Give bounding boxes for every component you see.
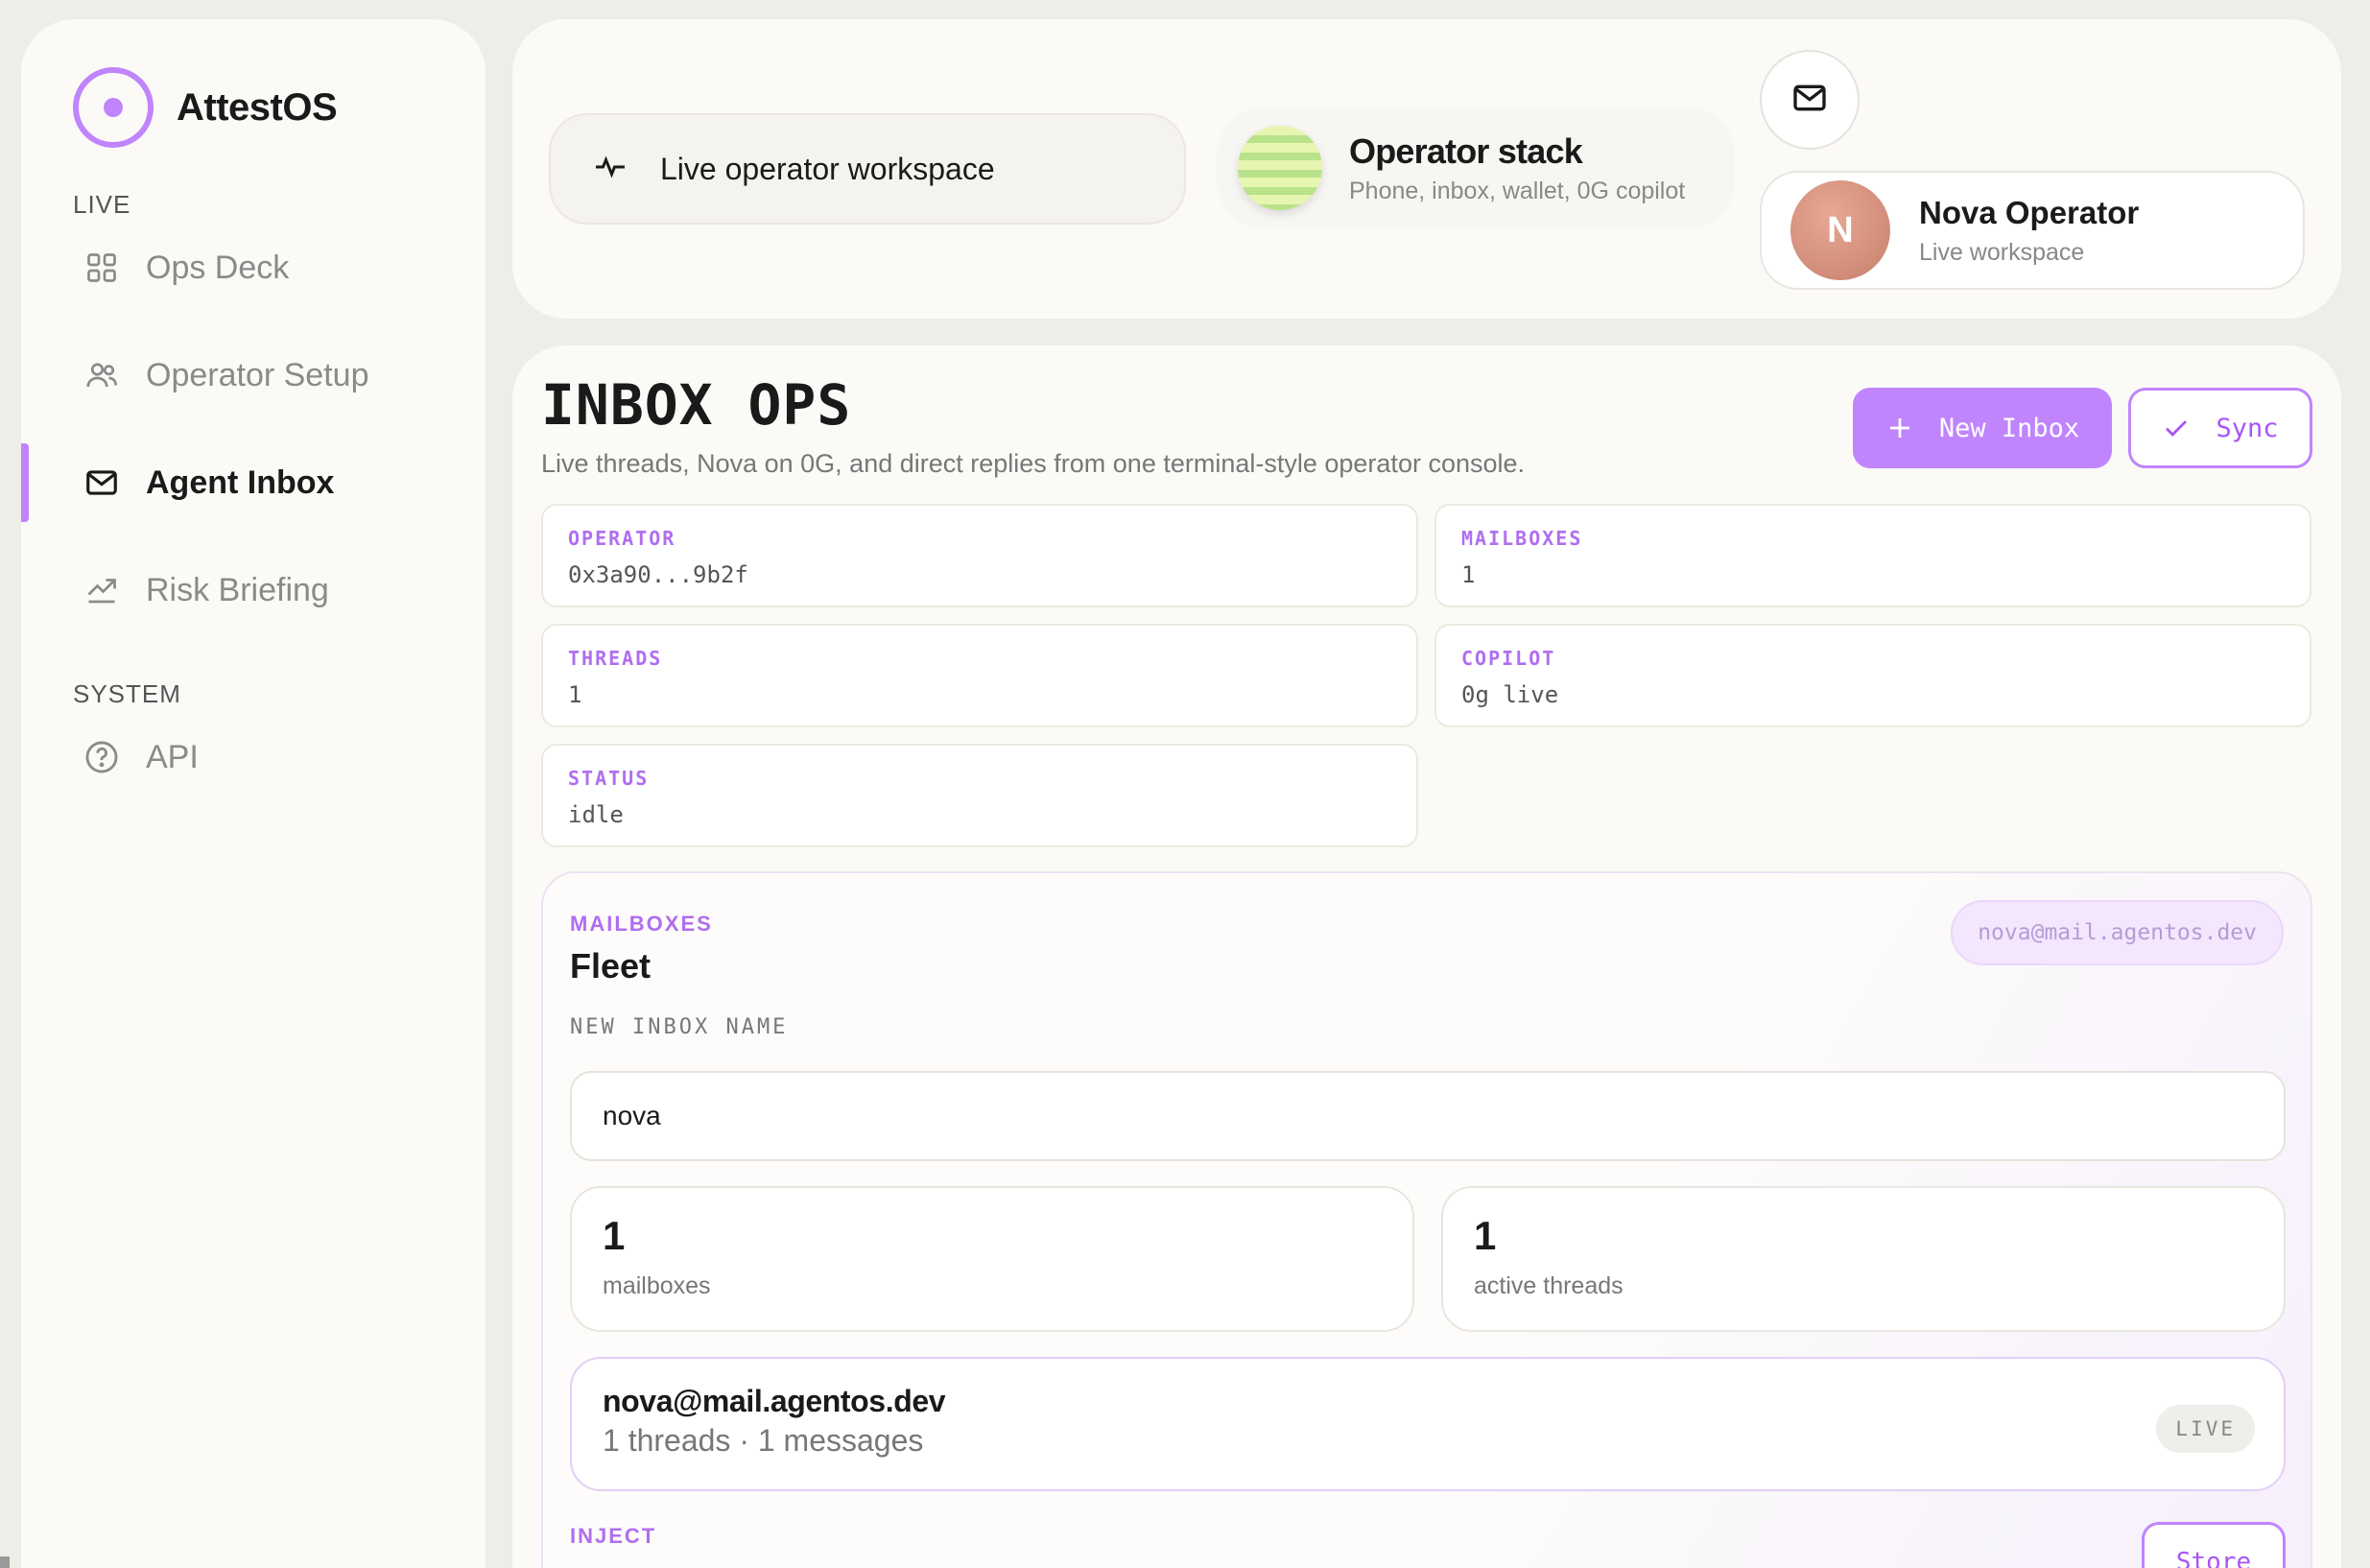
users-icon xyxy=(83,356,121,394)
stat-value: 1 xyxy=(568,681,582,708)
sidebar-item-label: Ops Deck xyxy=(146,249,290,286)
section-label-live: LIVE xyxy=(73,190,131,219)
operator-stack[interactable]: Operator stack Phone, inbox, wallet, 0G … xyxy=(1217,107,1735,228)
sidebar-item-agent-inbox[interactable]: Agent Inbox xyxy=(21,443,486,522)
scrollbar-thumb[interactable] xyxy=(0,1556,10,1568)
section-label-system: SYSTEM xyxy=(73,679,181,708)
mail-icon xyxy=(83,463,121,502)
check-icon xyxy=(2162,414,2191,442)
workspace-pill[interactable]: Live operator workspace xyxy=(549,113,1186,225)
mail-icon xyxy=(1790,79,1829,122)
stat-value: 1 xyxy=(1461,561,1476,588)
stat-status: STATUS idle xyxy=(541,744,1418,847)
plus-icon xyxy=(1885,414,1914,442)
new-inbox-button[interactable]: New Inbox xyxy=(1853,388,2112,468)
mailboxes-title: Fleet xyxy=(570,946,652,986)
metric-label: mailboxes xyxy=(603,1272,711,1299)
address-chip[interactable]: nova@mail.agentos.dev xyxy=(1951,900,2284,965)
sidebar-item-operator-setup[interactable]: Operator Setup xyxy=(21,336,486,415)
metric-label: active threads xyxy=(1474,1272,1623,1299)
stack-subtitle: Phone, inbox, wallet, 0G copilot xyxy=(1349,177,1686,204)
new-inbox-name-input[interactable] xyxy=(570,1071,2286,1161)
mail-button[interactable] xyxy=(1760,50,1860,150)
status-badge: LIVE xyxy=(2156,1405,2255,1453)
sidebar-item-risk-briefing[interactable]: Risk Briefing xyxy=(21,551,486,630)
brand-name: AttestOS xyxy=(177,85,338,129)
metric-active-threads: 1 active threads xyxy=(1441,1186,2286,1332)
topbar: Live operator workspace Operator stack P… xyxy=(512,19,2341,319)
stack-orb-icon xyxy=(1238,126,1322,210)
user-subtitle: Live workspace xyxy=(1919,238,2085,266)
mailboxes-kicker: MAILBOXES xyxy=(570,912,713,936)
store-button[interactable]: Store xyxy=(2142,1522,2286,1568)
sidebar: AttestOS LIVE Ops Deck Operator Setup Ag… xyxy=(21,19,486,1568)
main-panel: INBOX OPS Live threads, Nova on 0G, and … xyxy=(512,345,2341,1568)
stat-value: idle xyxy=(568,801,624,828)
trending-up-icon xyxy=(83,571,121,609)
user-name: Nova Operator xyxy=(1919,194,2140,230)
stat-key: THREADS xyxy=(568,647,663,670)
stat-key: COPILOT xyxy=(1461,647,1556,670)
sidebar-item-label: Operator Setup xyxy=(146,356,369,393)
new-inbox-label: New Inbox xyxy=(1938,413,2080,443)
stack-title: Operator stack xyxy=(1349,131,1583,171)
brand[interactable]: AttestOS xyxy=(73,67,338,148)
brand-logo-icon xyxy=(73,67,154,148)
stat-key: MAILBOXES xyxy=(1461,527,1583,550)
workspace-label: Live operator workspace xyxy=(660,151,995,186)
metric-value: 1 xyxy=(1474,1213,1497,1258)
page-description: Live threads, Nova on 0G, and direct rep… xyxy=(541,449,1526,478)
sidebar-item-ops-deck[interactable]: Ops Deck xyxy=(21,228,486,307)
mailbox-summary: 1 threads · 1 messages xyxy=(603,1423,924,1458)
sidebar-item-label: Agent Inbox xyxy=(146,463,335,501)
stat-copilot: COPILOT 0g live xyxy=(1434,624,2311,727)
page-title: INBOX OPS xyxy=(541,372,852,438)
sidebar-item-api[interactable]: API xyxy=(21,718,486,796)
mailbox-address: nova@mail.agentos.dev xyxy=(603,1384,946,1418)
stat-threads: THREADS 1 xyxy=(541,624,1418,727)
sidebar-item-label: Risk Briefing xyxy=(146,571,329,608)
stat-key: STATUS xyxy=(568,767,650,790)
stat-value: 0g live xyxy=(1461,681,1559,708)
sidebar-item-label: API xyxy=(146,738,199,775)
sync-label: Sync xyxy=(2216,413,2279,443)
sync-button[interactable]: Sync xyxy=(2128,388,2312,468)
new-inbox-name-label: NEW INBOX NAME xyxy=(570,1015,789,1039)
help-circle-icon xyxy=(83,738,121,776)
stat-mailboxes: MAILBOXES 1 xyxy=(1434,504,2311,607)
metric-value: 1 xyxy=(603,1213,626,1258)
user-card[interactable]: N Nova Operator Live workspace xyxy=(1760,171,2305,290)
grid-icon xyxy=(83,249,121,287)
activity-icon xyxy=(593,150,628,189)
stat-key: OPERATOR xyxy=(568,527,676,550)
metric-mailboxes: 1 mailboxes xyxy=(570,1186,1414,1332)
mailbox-card[interactable]: nova@mail.agentos.dev 1 threads · 1 mess… xyxy=(570,1357,2286,1491)
inject-kicker: INJECT xyxy=(570,1524,657,1548)
avatar: N xyxy=(1790,180,1890,280)
stat-operator: OPERATOR 0x3a90...9b2f xyxy=(541,504,1418,607)
stat-value: 0x3a90...9b2f xyxy=(568,561,748,588)
mailboxes-panel: MAILBOXES Fleet nova@mail.agentos.dev NE… xyxy=(541,871,2312,1568)
